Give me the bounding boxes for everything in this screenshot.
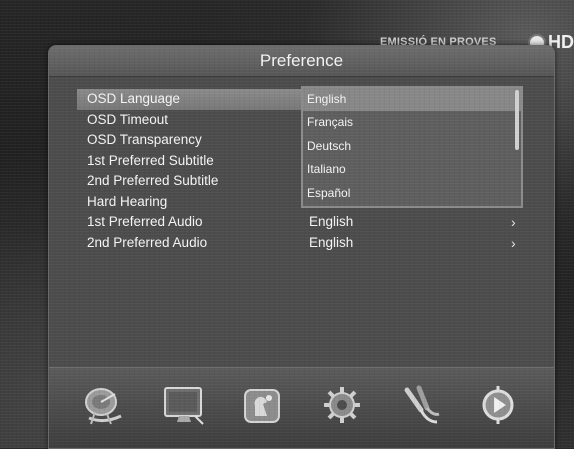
- menu-item-label: Hard Hearing: [87, 193, 168, 209]
- chevron-right-icon[interactable]: ›: [511, 233, 516, 254]
- menu-item-value: English: [309, 234, 354, 250]
- window-title: Preference: [49, 46, 554, 77]
- satellite-dish-icon[interactable]: [81, 382, 127, 428]
- dropdown-option-english[interactable]: English: [303, 88, 521, 112]
- dropdown-option-deutsch[interactable]: Deutsch: [303, 135, 521, 158]
- av-cables-icon[interactable]: [397, 382, 443, 428]
- dropdown-option-italiano[interactable]: Italiano: [303, 158, 521, 181]
- menu-item-label: 1st Preferred Subtitle: [87, 152, 214, 168]
- menu-item-label: 2nd Preferred Subtitle: [87, 173, 219, 188]
- menu-item-osd-language[interactable]: OSD Language: [77, 89, 303, 110]
- chess-icon[interactable]: [239, 382, 285, 428]
- menu-item-label: OSD Language: [87, 91, 181, 106]
- menu-item-label: OSD Transparency: [87, 132, 202, 147]
- gear-icon[interactable]: [319, 382, 365, 428]
- dropdown-option-francais[interactable]: Français: [303, 111, 521, 134]
- dropdown-option-espanol[interactable]: Español: [303, 182, 521, 205]
- menu-item-label: 2nd Preferred Audio: [87, 234, 208, 250]
- dropdown-scrollbar[interactable]: [515, 90, 519, 150]
- menu-item-1st-preferred-audio[interactable]: 1st Preferred Audio English ›: [77, 212, 525, 233]
- chevron-right-icon[interactable]: ›: [511, 212, 516, 233]
- monitor-icon[interactable]: [161, 382, 207, 428]
- menu-item-label: OSD Timeout: [87, 111, 169, 127]
- menu-item-2nd-preferred-audio[interactable]: 2nd Preferred Audio English ›: [77, 233, 525, 254]
- preference-window: Preference OSD Language OSD Timeout OSD …: [48, 45, 555, 449]
- menu-item-value: English: [309, 214, 354, 229]
- media-play-icon[interactable]: [475, 382, 521, 428]
- bottom-toolbar: [49, 367, 554, 448]
- menu-item-label: 1st Preferred Audio: [87, 214, 203, 229]
- language-dropdown[interactable]: English Français Deutsch Italiano Españo…: [301, 86, 523, 208]
